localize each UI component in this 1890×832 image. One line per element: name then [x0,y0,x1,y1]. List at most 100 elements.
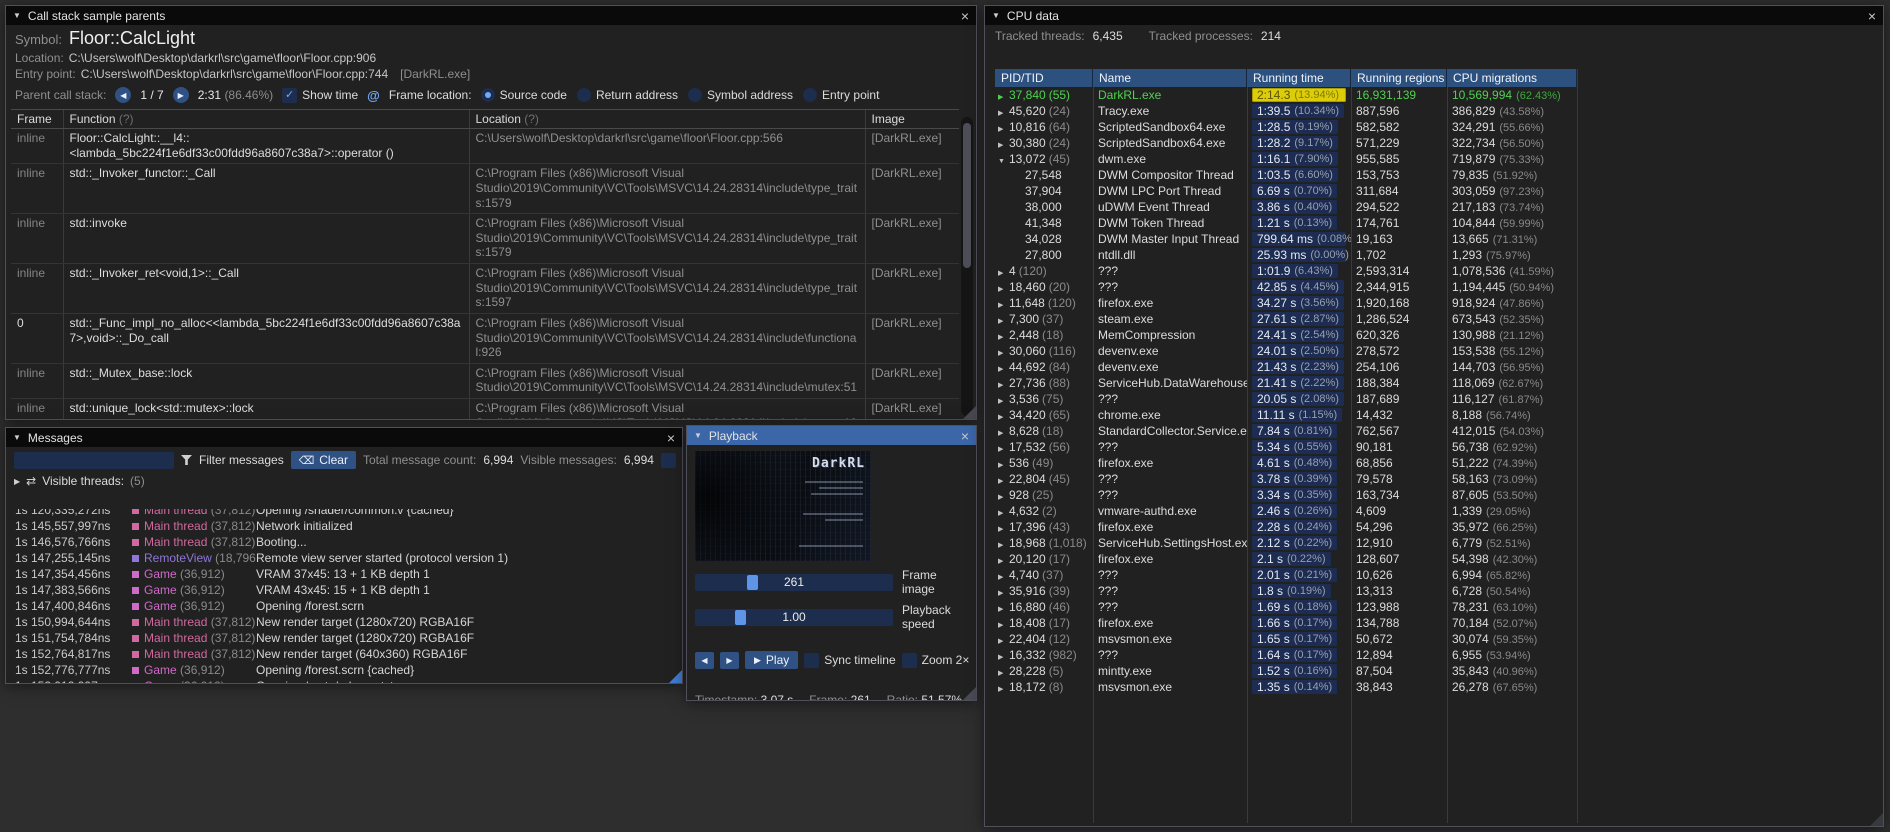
cpu-row[interactable]: 27,800 ntdll.dll 25.93 ms (0.00%) 1,702 1… [995,247,1875,263]
expand-caret-icon[interactable]: ▶ [998,330,1009,343]
col-location[interactable]: Location (?) [468,109,865,129]
cpu-row[interactable]: 37,904 DWM LPC Port Thread 6.69 s (0.70%)… [995,183,1875,199]
callstack-table-row[interactable]: 0 std::_Func_impl_no_alloc<<lambda_5bc22… [11,313,959,364]
location-cell[interactable]: C:\Program Files (x86)\Microsoft Visual … [468,213,865,264]
resize-grip[interactable] [669,670,682,683]
expand-caret-icon[interactable]: ▶ [998,266,1009,279]
expand-caret-icon[interactable]: ▶ [998,410,1009,423]
message-row[interactable]: 1s 152,764,817ns Main thread (37,812)New … [6,646,682,662]
messages-titlebar[interactable]: ▼ Messages × [6,428,682,447]
expand-caret-icon[interactable]: ▶ [998,490,1009,503]
col-cpu-migrations[interactable]: CPU migrations [1447,69,1577,87]
close-icon[interactable]: × [961,429,969,443]
resize-grip[interactable] [963,687,976,700]
col-frame[interactable]: Frame [11,109,63,129]
close-icon[interactable]: × [1868,9,1876,23]
expand-caret-icon[interactable]: ▶ [998,650,1009,663]
location-cell[interactable]: C:\Program Files (x86)\Microsoft Visual … [468,363,865,400]
col-name[interactable]: Name [1093,69,1247,87]
expand-caret-icon[interactable]: ▶ [998,106,1009,119]
cpu-row[interactable]: ▶ 44,692 (84) devenv.exe 21.43 s (2.23%) 25… [995,359,1875,375]
cpu-row[interactable]: ▶ 2,448 (18) MemCompression 24.41 s (2.54%)… [995,327,1875,343]
cpu-row[interactable]: 41,348 DWM Token Thread 1.21 s (0.13%) 17… [995,215,1875,231]
callstack-table-row[interactable]: inline std::_Invoker_functor::_Call C:\P… [11,163,959,215]
message-row[interactable]: 1s 151,754,784ns Main thread (37,812)New … [6,630,682,646]
cpu-row[interactable]: ▶ 536 (49) firefox.exe 4.61 s (0.48%) 68,85… [995,455,1875,471]
collapse-arrow-icon[interactable]: ▼ [992,11,1000,20]
cpu-row[interactable]: ▶ 18,408 (17) firefox.exe 1.66 s (0.17%) 13… [995,615,1875,631]
function-cell[interactable]: Floor::CalcLight::__l4::<lambda_5bc224f1… [62,128,469,165]
sync-timeline-checkbox[interactable]: Sync timeline [804,652,896,668]
radio-symbol-address[interactable]: Symbol address [688,88,793,102]
location-cell[interactable]: C:\Program Files (x86)\Microsoft Visual … [468,263,865,314]
cpu-row[interactable]: ▶ 8,628 (18) StandardCollector.Service.e 7… [995,423,1875,439]
expand-caret-icon[interactable]: ▶ [998,346,1009,359]
prev-callstack-button[interactable]: ◀ [115,87,132,103]
close-icon[interactable]: × [667,431,675,445]
expand-caret-icon[interactable]: ▶ [998,138,1009,151]
expand-caret-icon[interactable]: ▶ [998,90,1009,103]
message-row[interactable]: 1s 120,335,272ns Main thread (37,812)Open… [6,509,682,518]
callstack-table-header[interactable]: Frame Function (?) Location (?) Image [11,109,959,129]
resize-grip[interactable] [963,406,976,419]
playback-titlebar[interactable]: ▼ Playback × [687,426,976,445]
cpu-row[interactable]: ▶ 18,172 (8) msvsmon.exe 1.35 s (0.14%) 38,… [995,679,1875,695]
collapse-arrow-icon[interactable]: ▼ [694,431,702,440]
cpu-row[interactable]: ▶ 16,880 (46) ??? 1.69 s (0.18%) 123,988 78… [995,599,1875,615]
resize-grip[interactable] [1870,813,1883,826]
callstack-table-row[interactable]: inline Floor::CalcLight::__l4::<lambda_5… [11,128,959,165]
message-row[interactable]: 1s 147,383,566ns Game (36,912) VRAM 43x45:… [6,582,682,598]
cpu-row[interactable]: ▼ 13,072 (45) dwm.exe 1:16.1 (7.90%) 955,58… [995,151,1875,167]
radio-entry-point[interactable]: Entry point [803,88,879,102]
close-icon[interactable]: × [961,9,969,23]
function-cell[interactable]: std::_Invoker_functor::_Call [62,163,469,215]
cpu-row[interactable]: ▶ 928 (25) ??? 3.34 s (0.35%) 163,734 87,60… [995,487,1875,503]
expand-caret-icon[interactable]: ▶ [998,362,1009,375]
message-row[interactable]: 1s 147,354,456ns Game (36,912) VRAM 37x45:… [6,566,682,582]
function-cell[interactable]: std::_Invoker_ret<void,1>::_Call [62,263,469,314]
cpu-row[interactable]: 27,548 DWM Compositor Thread 1:03.5 (6.60… [995,167,1875,183]
visible-threads-node[interactable]: ▶ ⇄ Visible threads: (5) [6,472,682,491]
cpu-row[interactable]: ▶ 35,916 (39) ??? 1.8 s (0.19%) 13,313 6,72… [995,583,1875,599]
expand-caret-icon[interactable]: ▶ [998,666,1009,679]
expand-caret-icon[interactable]: ▶ [998,522,1009,535]
message-row[interactable]: 1s 152,776,777ns Game (36,912) Opening /fo… [6,662,682,678]
cpu-row[interactable]: ▶ 18,968 (1,018) ServiceHub.SettingsHost.e… [995,535,1875,551]
cpu-row[interactable]: ▶ 17,396 (43) firefox.exe 2.28 s (0.24%) 54… [995,519,1875,535]
expand-caret-icon[interactable]: ▶ [998,314,1009,327]
location-cell[interactable]: C:\Program Files (x86)\Microsoft Visual … [468,163,865,215]
cpu-row[interactable]: ▶ 30,380 (24) ScriptedSandbox64.exe 1:28.2… [995,135,1875,151]
expand-caret-icon[interactable]: ▶ [998,282,1009,295]
expand-caret-icon[interactable]: ▶ [998,458,1009,471]
cpu-row[interactable]: 38,000 uDWM Event Thread 3.86 s (0.40%) 2… [995,199,1875,215]
message-row[interactable]: 1s 147,255,145ns RemoteView (18,796)Remot… [6,550,682,566]
expand-caret-icon[interactable]: ▶ [998,586,1009,599]
expand-caret-icon[interactable]: ▶ [998,506,1009,519]
message-row[interactable]: 1s 150,994,644ns Main thread (37,812)New … [6,614,682,630]
function-cell[interactable]: std::_Func_impl_no_alloc<<lambda_5bc224f… [62,313,469,364]
zoom-2x-checkbox[interactable]: Zoom 2× [901,652,969,668]
callstack-titlebar[interactable]: ▼ Call stack sample parents × [6,6,976,25]
callstack-table-row[interactable]: inline std::_Mutex_base::lock C:\Program… [11,363,959,400]
cpu-row[interactable]: ▶ 17,532 (56) ??? 5.34 s (0.55%) 90,181 56,… [995,439,1875,455]
collapse-arrow-icon[interactable]: ▼ [13,433,21,442]
callstack-table-row[interactable]: inline std::invoke C:\Program Files (x86… [11,213,959,264]
col-image[interactable]: Image [864,109,959,129]
show-time-checkbox[interactable]: ✓ Show time [282,87,358,103]
cpu-row[interactable]: ▶ 10,816 (64) ScriptedSandbox64.exe 1:28.5… [995,119,1875,135]
col-running-time[interactable]: Running time [1247,69,1351,87]
location-cell[interactable]: C:\Users\wolf\Desktop\darkrl\src\game\fl… [468,128,865,165]
cpu-row[interactable]: ▶ 18,460 (20) ??? 42.85 s (4.45%) 2,344,915… [995,279,1875,295]
scrollbar-thumb[interactable] [963,123,971,268]
cpu-row[interactable]: ▶ 27,736 (88) ServiceHub.DataWarehouse 21.… [995,375,1875,391]
cpu-row[interactable]: ▶ 20,120 (17) firefox.exe 2.1 s (0.22%) 128… [995,551,1875,567]
expand-caret-icon[interactable]: ▶ [998,634,1009,647]
cpu-row[interactable]: ▶ 22,404 (12) msvsmon.exe 1.65 s (0.17%) 50… [995,631,1875,647]
callstack-scrollbar[interactable] [961,117,973,416]
expand-caret-icon[interactable]: ▶ [998,298,1009,311]
next-frame-button[interactable]: ▶ [720,651,739,669]
expand-caret-icon[interactable]: ▶ [998,618,1009,631]
cpu-row[interactable]: ▶ 11,648 (120) firefox.exe 34.27 s (3.56%) … [995,295,1875,311]
cpu-row[interactable]: ▶ 22,804 (45) ??? 3.78 s (0.39%) 79,578 58,… [995,471,1875,487]
expand-caret-icon[interactable]: ▶ [998,570,1009,583]
